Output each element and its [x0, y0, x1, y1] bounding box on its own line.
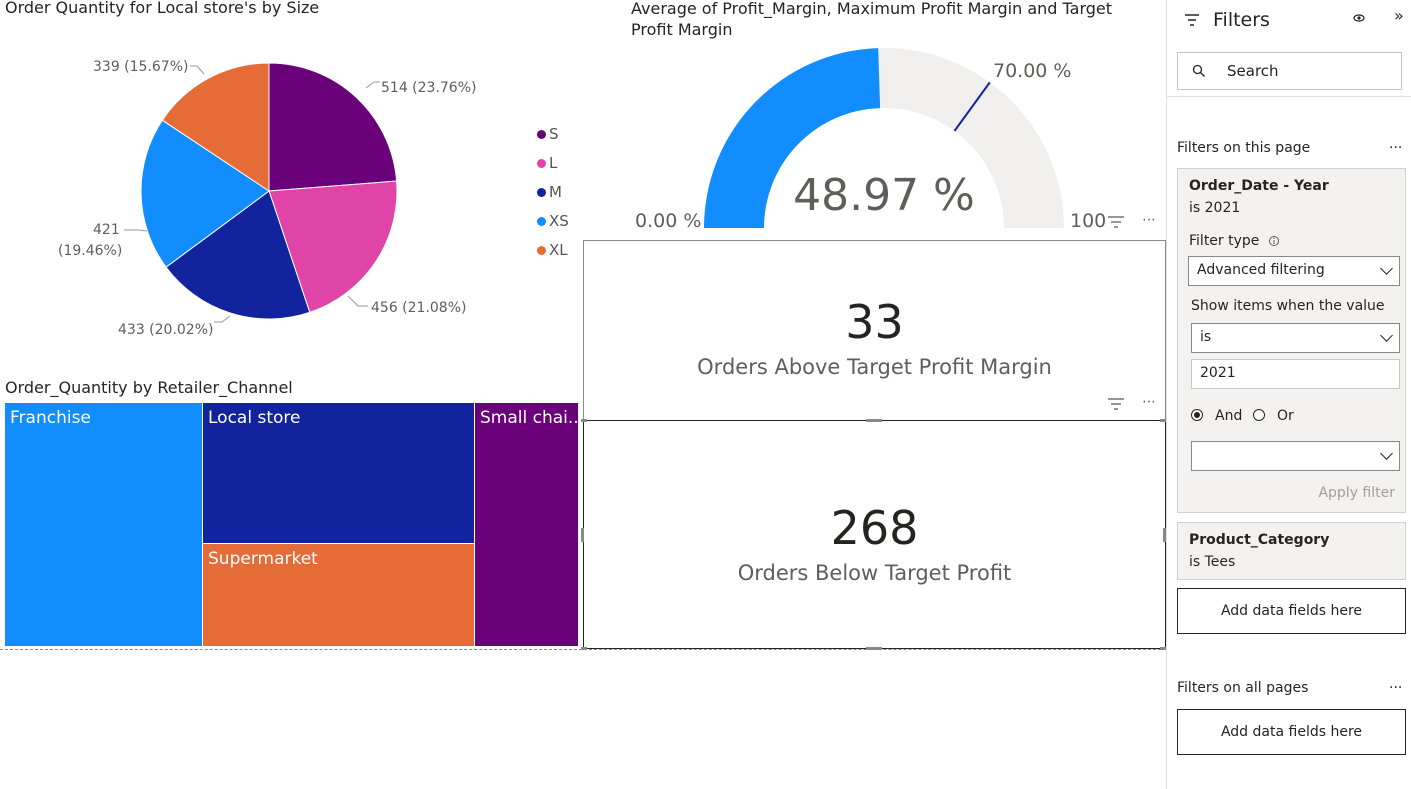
more-options-icon[interactable]: ⋯: [1142, 394, 1156, 410]
filter-lines-icon: [1185, 14, 1199, 26]
gauge-header-icons: [1108, 212, 1134, 232]
resize-handle-left[interactable]: [581, 528, 584, 542]
chevron-down-icon: [1380, 329, 1393, 342]
legend-item-xs[interactable]: XS: [537, 212, 569, 230]
filters-pane-title: Filters: [1213, 9, 1270, 31]
page-boundary-line: [0, 649, 1166, 650]
filter-card-product-category[interactable]: Product_Category is Tees: [1177, 522, 1406, 580]
filter-lines-icon[interactable]: [1108, 396, 1126, 412]
gauge-title-line1: Average of Profit_Margin, Maximum Profit…: [631, 0, 1113, 18]
pie-label-xs-value: 421: [93, 222, 120, 238]
radio-selected-dot: [1194, 412, 1200, 418]
card-below-caption: Orders Below Target Profit: [737, 561, 1012, 585]
filter-card-summary: is Tees: [1189, 554, 1236, 570]
pie-label-s: 514 (23.76%): [381, 80, 476, 96]
gauge-value-label: 48.97 %: [793, 170, 975, 221]
card-orders-below[interactable]: 268 Orders Below Target Profit: [583, 420, 1166, 649]
pie-slices: [140, 62, 398, 320]
and-radio[interactable]: [1191, 409, 1203, 421]
gauge-max-label: 100: [1070, 210, 1106, 232]
card-below-value: 268: [830, 501, 919, 555]
pie-label-m: 433 (20.02%): [118, 322, 213, 338]
legend-dot: [537, 129, 546, 139]
search-icon: [1192, 64, 1205, 77]
info-icon[interactable]: [1268, 235, 1280, 247]
gauge-title-line2: Profit Margin: [631, 20, 733, 39]
condition-operator-select[interactable]: is: [1191, 323, 1400, 353]
add-data-fields-page[interactable]: Add data fields here: [1177, 588, 1406, 634]
more-options-icon[interactable]: ...: [1389, 136, 1402, 152]
legend-label: L: [549, 154, 558, 172]
filter-type-label: Filter type: [1189, 233, 1260, 249]
or-radio[interactable]: [1253, 409, 1265, 421]
filters-search-input[interactable]: Search: [1177, 52, 1402, 90]
divider: [1167, 96, 1411, 97]
legend-item-l[interactable]: L: [537, 154, 557, 172]
legend-item-s[interactable]: S: [537, 125, 559, 143]
show-items-label: Show items when the value: [1191, 298, 1385, 314]
filter-card-title: Product_Category: [1189, 532, 1330, 548]
card-above-caption: Orders Above Target Profit Margin: [697, 355, 1052, 379]
filters-on-all-pages-label: Filters on all pages: [1177, 680, 1309, 696]
add-data-fields-all-pages[interactable]: Add data fields here: [1177, 709, 1406, 755]
and-label: And: [1215, 408, 1243, 424]
filter-type-select[interactable]: Advanced filtering: [1188, 256, 1400, 286]
legend-item-m[interactable]: M: [537, 183, 562, 201]
legend-label: XS: [549, 212, 569, 230]
eye-icon[interactable]: [1352, 13, 1366, 23]
filters-pane: Filters » Search Filters on this page ..…: [1166, 0, 1411, 789]
filter-card-title: Order_Date - Year: [1189, 178, 1329, 194]
legend-label: S: [549, 125, 559, 143]
or-label: Or: [1277, 408, 1294, 424]
treemap-tile-local-store[interactable]: Local store: [203, 403, 474, 543]
pie-chart[interactable]: 514 (23.76%) 456 (21.08%) 433 (20.02%) 4…: [0, 20, 540, 350]
pie-chart-title: Order Quantity for Local store's by Size: [5, 0, 320, 17]
filter-card-summary: is 2021: [1189, 200, 1241, 216]
legend-item-xl[interactable]: XL: [537, 241, 568, 259]
pie-label-xl: 339 (15.67%): [93, 59, 188, 75]
legend-dot: [537, 187, 546, 197]
gauge-min-label: 0.00 %: [635, 210, 701, 232]
pie-label-xs-percent: (19.46%): [58, 243, 122, 259]
treemap-tile-small-chain[interactable]: Small chai...: [475, 403, 578, 646]
gauge-title: Average of Profit_Margin, Maximum Profit…: [631, 0, 1112, 40]
resize-handle-top[interactable]: [866, 419, 882, 422]
gauge-chart[interactable]: 48.97 % 0.00 % 100 70.00 %: [620, 40, 1166, 240]
filter-card-order-date[interactable]: Order_Date - Year is 2021 Filter type Ad…: [1177, 168, 1406, 513]
pie-label-l: 456 (21.08%): [371, 300, 466, 316]
gauge-target-label: 70.00 %: [993, 60, 1072, 82]
apply-filter-button[interactable]: Apply filter: [1318, 485, 1395, 501]
card-orders-above[interactable]: 33 Orders Above Target Profit Margin: [583, 240, 1166, 420]
legend-label: XL: [549, 241, 568, 259]
treemap-title: Order_Quantity by Retailer_Channel: [5, 378, 293, 397]
legend-dot: [537, 245, 546, 255]
chevron-down-icon: [1380, 447, 1393, 460]
filters-on-this-page-label: Filters on this page: [1177, 140, 1311, 156]
collapse-pane-icon[interactable]: »: [1394, 6, 1404, 25]
legend-dot: [537, 216, 546, 226]
legend-label: M: [549, 183, 562, 201]
treemap-tile-supermarket[interactable]: Supermarket: [203, 544, 474, 646]
treemap-tile-franchise[interactable]: Franchise: [5, 403, 202, 646]
filter-type-value: Advanced filtering: [1197, 262, 1325, 278]
filter-lines-icon[interactable]: [1108, 212, 1134, 232]
more-options-icon[interactable]: ⋯: [1142, 212, 1156, 228]
search-placeholder: Search: [1227, 62, 1279, 80]
chevron-down-icon: [1380, 262, 1393, 275]
legend-dot: [537, 158, 546, 168]
condition-value-input[interactable]: 2021: [1191, 359, 1400, 389]
card-above-value: 33: [845, 295, 904, 349]
more-options-icon[interactable]: ...: [1389, 676, 1402, 692]
condition-operator-value: is: [1200, 329, 1212, 345]
resize-handle-corner[interactable]: [581, 419, 587, 422]
second-condition-select[interactable]: [1191, 441, 1400, 471]
